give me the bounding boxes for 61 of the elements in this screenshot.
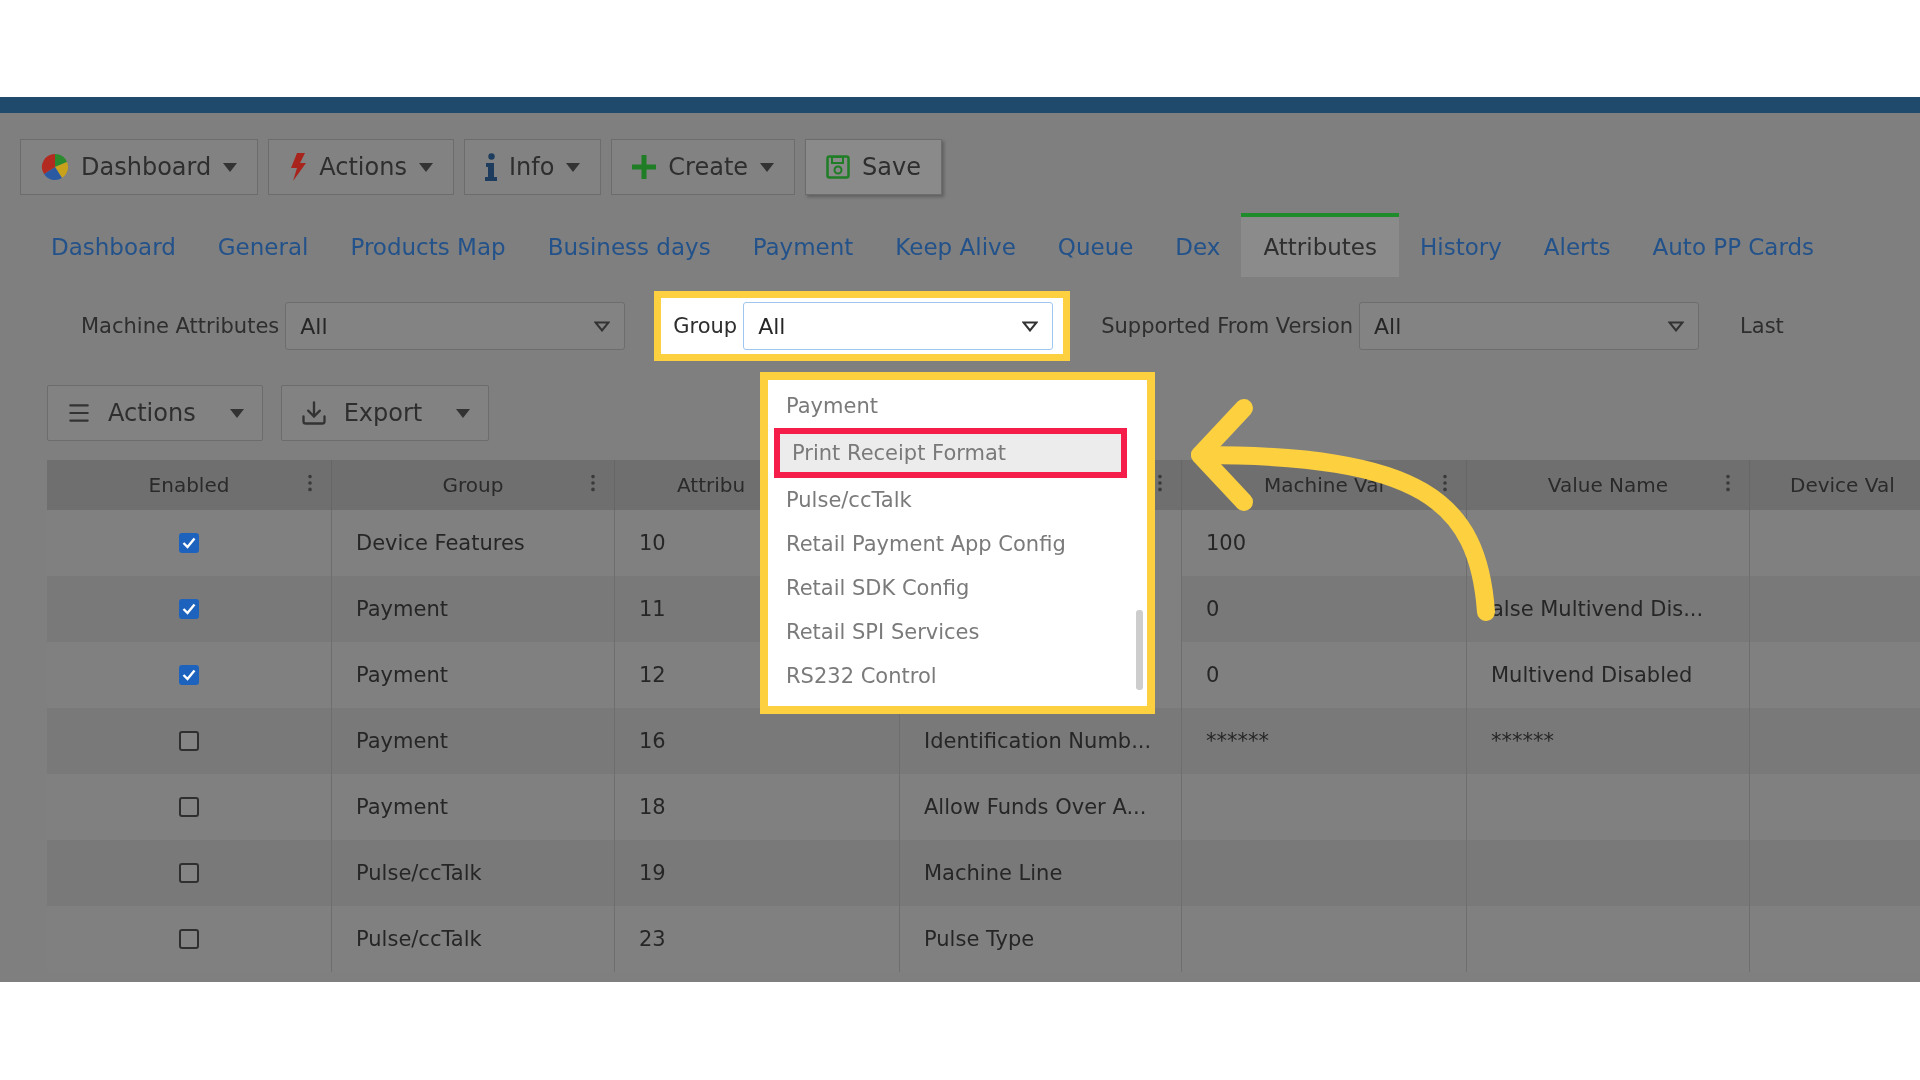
- dropdown-option[interactable]: Payment: [774, 384, 1127, 428]
- table-cell: 16: [615, 708, 900, 774]
- caret-icon: [456, 408, 471, 418]
- filter-label: Group: [673, 314, 738, 338]
- checkbox[interactable]: [179, 731, 199, 751]
- tab[interactable]: Attributes: [1241, 213, 1399, 277]
- toolbar-button[interactable]: Info: [463, 139, 602, 195]
- checkbox[interactable]: [179, 797, 199, 817]
- table-cell: ******: [1182, 708, 1467, 774]
- column-header: Value Name: [1467, 460, 1750, 510]
- table-cell: alse Multivend Dis...: [1467, 576, 1750, 642]
- select-field[interactable]: All: [1359, 302, 1700, 350]
- toolbar-button[interactable]: Dashboard: [20, 139, 259, 195]
- toolbar-button[interactable]: Actions: [268, 139, 454, 195]
- column-header: Group: [332, 460, 615, 510]
- lightning-icon: [289, 153, 308, 181]
- tab[interactable]: Dex: [1154, 213, 1242, 277]
- toolbar-button[interactable]: Create: [611, 139, 796, 195]
- filter-label: Last: [1740, 314, 1784, 338]
- column-header: Enabled: [47, 460, 332, 510]
- grid-action-button[interactable]: Actions: [47, 385, 263, 441]
- caret-icon: [229, 408, 244, 418]
- tab[interactable]: Business days: [526, 213, 732, 277]
- tab[interactable]: Keep Alive: [874, 213, 1037, 277]
- scrollbar[interactable]: [1136, 610, 1143, 690]
- checkbox[interactable]: [179, 599, 199, 619]
- filter-label: Machine Attributes: [81, 314, 280, 338]
- tab[interactable]: History: [1399, 213, 1523, 277]
- tab[interactable]: General: [196, 213, 330, 277]
- tab[interactable]: Queue: [1036, 213, 1155, 277]
- checkbox[interactable]: [179, 863, 199, 883]
- table-cell: Payment: [332, 576, 615, 642]
- select-field[interactable]: All: [285, 302, 626, 350]
- table-cell: 0: [1182, 576, 1467, 642]
- tab[interactable]: Products Map: [329, 213, 527, 277]
- checkbox[interactable]: [179, 929, 199, 949]
- tab[interactable]: Dashboard: [30, 213, 197, 277]
- checkbox[interactable]: [179, 533, 199, 553]
- caret-icon: [1668, 320, 1685, 332]
- toolbar-button[interactable]: Save: [805, 139, 942, 195]
- table-cell: Machine Line: [900, 840, 1182, 906]
- checkbox[interactable]: [179, 665, 199, 685]
- pie-chart-icon: [41, 153, 69, 181]
- table-cell: 19: [615, 840, 900, 906]
- table-cell: Identification Numb...: [900, 708, 1182, 774]
- table-cell: Pulse/ccTalk: [332, 840, 615, 906]
- tab[interactable]: Payment: [731, 213, 875, 277]
- caret-icon: [1022, 320, 1039, 332]
- tab[interactable]: Auto PP Cards: [1631, 213, 1836, 277]
- plus-icon: [632, 155, 657, 179]
- info-icon: [484, 153, 497, 181]
- caret-icon: [594, 320, 611, 332]
- column-header: Device Val: [1750, 460, 1920, 510]
- tab[interactable]: Alerts: [1522, 213, 1632, 277]
- filter-label: Supported From Version: [1101, 314, 1354, 338]
- grid-action-button[interactable]: Export: [280, 385, 490, 441]
- table-cell: Payment: [332, 708, 615, 774]
- dropdown-option[interactable]: Print Receipt Format: [774, 428, 1127, 478]
- download-icon: [299, 399, 328, 427]
- table-cell: ******: [1467, 708, 1750, 774]
- select-field[interactable]: All: [743, 302, 1054, 350]
